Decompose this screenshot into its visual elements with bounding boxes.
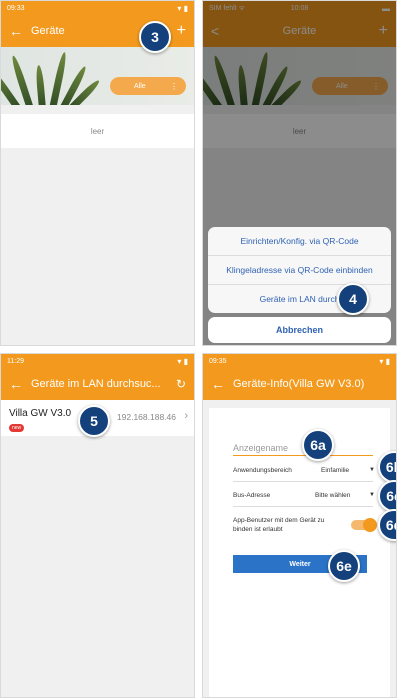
empty-list: leer	[1, 114, 194, 148]
callout-5: 5	[78, 405, 110, 437]
status-time: 11:29	[7, 357, 24, 365]
device-ip: 192.168.188.46	[116, 412, 176, 422]
status-bar: 11:29 ▾ ▮	[1, 354, 194, 368]
status-time: 09:35	[209, 357, 227, 365]
binding-allowed-label: App-Benutzer mit dem Gerät zu binden ist…	[233, 517, 325, 533]
bus-address-value: Bitte wählen	[315, 492, 351, 499]
bus-address-label: Bus-Adresse	[233, 492, 271, 499]
sheet-item-qr-setup[interactable]: Einrichten/Konfig. via QR-Code	[208, 227, 391, 256]
page-title: Geräte im LAN durchsuc...	[31, 378, 161, 390]
page-title: Geräte-Info(Villa GW V3.0)	[233, 378, 365, 390]
refresh-icon[interactable]: ↻	[176, 377, 186, 391]
status-icons: ▾ ▮	[177, 3, 188, 13]
back-arrow-icon[interactable]: ←	[9, 376, 31, 392]
chevron-right-icon: ›	[184, 410, 188, 422]
application-area-label: Anwendungsbereich	[233, 467, 292, 474]
toggle-knob	[363, 518, 377, 532]
app-bar: ← Geräte-Info(Villa GW V3.0)	[203, 368, 396, 400]
application-area-value: Einfamilie	[321, 467, 350, 474]
binding-allowed-toggle[interactable]	[351, 518, 377, 532]
device-name: Villa GW V3.0	[9, 408, 72, 419]
callout-4: 4	[337, 283, 369, 315]
status-icons: ▾ ▮	[177, 356, 188, 366]
sheet-item-qr-doorbell[interactable]: Klingeladresse via QR-Code einbinden	[208, 256, 391, 285]
cancel-button[interactable]: Abbrechen	[208, 317, 391, 343]
display-name-placeholder: Anzeigename	[233, 443, 289, 453]
dropdown-caret-icon: ▼	[369, 467, 375, 473]
display-name-input[interactable]: Anzeigename	[233, 438, 353, 454]
bus-address-select[interactable]: Bitte wählen ▼	[313, 490, 375, 502]
status-time: 09:33	[7, 4, 25, 12]
new-badge: new	[9, 424, 25, 432]
status-bar: 09:35 ▾ ▮	[203, 354, 396, 368]
app-bar: ← Geräte im LAN durchsuc... ↻	[1, 368, 194, 400]
application-area-select[interactable]: Einfamilie ▼	[319, 465, 375, 477]
status-bar: 09:33 ▾ ▮	[1, 1, 194, 15]
status-icons: ▾ ▮	[379, 356, 390, 366]
screen-devices-empty: 09:33 ▾ ▮ ← Geräte + Alle ⋮ leer 3	[0, 0, 195, 346]
callout-6e: 6e	[328, 550, 360, 582]
add-icon[interactable]: +	[177, 22, 186, 40]
screen-lan-search: 11:29 ▾ ▮ ← Geräte im LAN durchsuc... ↻ …	[0, 353, 195, 698]
filter-pill[interactable]: Alle ⋮	[110, 77, 186, 95]
filter-label: Alle	[134, 82, 146, 90]
back-arrow-icon[interactable]: ←	[9, 23, 31, 39]
screen-device-info: 09:35 ▾ ▮ ← Geräte-Info(Villa GW V3.0) A…	[202, 353, 397, 698]
screen-add-device-sheet: SIM fehlt ᯤ 10:08 ▬ < Geräte + Alle ⋮ le…	[202, 0, 397, 346]
page-title: Geräte	[31, 25, 65, 37]
plant-banner-image: Alle ⋮	[1, 47, 194, 105]
callout-6a: 6a	[302, 429, 334, 461]
empty-text: leer	[90, 126, 105, 136]
back-arrow-icon[interactable]: ←	[211, 376, 233, 392]
more-menu-icon[interactable]: ⋮	[170, 82, 178, 91]
dropdown-caret-icon: ▼	[369, 492, 375, 498]
device-info-form: Anzeigename Anwendungsbereich Einfamilie…	[209, 408, 390, 697]
callout-3: 3	[139, 21, 171, 53]
